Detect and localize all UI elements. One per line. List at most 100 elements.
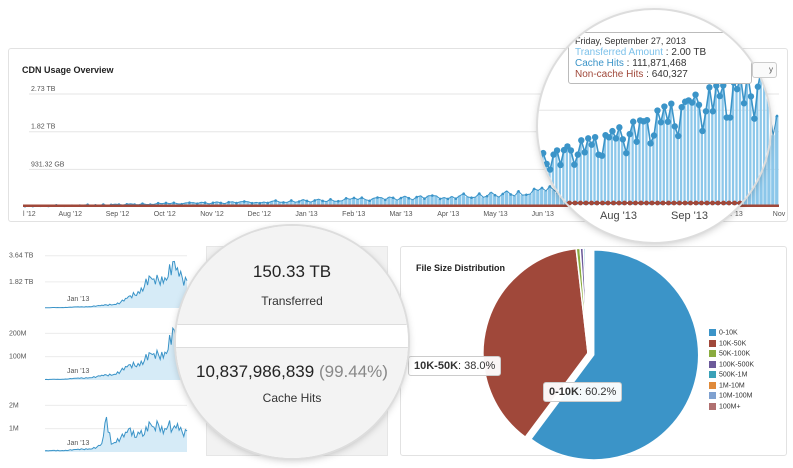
zoom-bar bbox=[652, 135, 655, 205]
zoom-noncache-point bbox=[561, 200, 567, 206]
pie-chart bbox=[482, 247, 700, 461]
pie-callout-10k-50k: 10K-50K: 38.0% bbox=[408, 356, 502, 376]
cache-hits-value: 10,837,986,839 bbox=[196, 362, 315, 381]
zoom-point bbox=[668, 100, 675, 107]
zoom-bar bbox=[589, 144, 593, 205]
overview-x-tick-label: Nov bbox=[773, 211, 786, 218]
zoom-point bbox=[539, 149, 547, 157]
pie-legend-item[interactable]: 10M-100M bbox=[709, 392, 752, 399]
cache-hits-label: Cache Hits bbox=[262, 391, 322, 405]
zoom-point bbox=[740, 100, 748, 107]
mini-cache-hits-y-tick-label: 200M bbox=[9, 330, 27, 337]
zoom-bar bbox=[572, 164, 575, 205]
zoom-bar bbox=[596, 154, 600, 205]
pie-legend-item[interactable]: 1M-10M bbox=[709, 381, 745, 389]
zoom-bar bbox=[745, 73, 749, 205]
zoom-point bbox=[657, 119, 665, 126]
zoom-bar bbox=[593, 137, 596, 205]
pie-legend-item[interactable]: 100M+ bbox=[709, 402, 741, 410]
overview-point bbox=[399, 196, 403, 200]
zoom-bar bbox=[683, 101, 686, 205]
zoom-bar bbox=[607, 137, 610, 205]
zoom-bar bbox=[666, 121, 669, 205]
zoom-noncache-point bbox=[666, 200, 671, 206]
overview-point bbox=[462, 192, 465, 195]
zoom-point bbox=[571, 161, 578, 168]
pie-legend: 0-10K 10K-50K 50K-100K 100K-500K 500K-1M 1M-1… bbox=[709, 329, 779, 419]
overview-point bbox=[227, 200, 230, 204]
overview-point bbox=[172, 201, 176, 205]
zoom-point bbox=[591, 133, 599, 141]
range-select[interactable]: y bbox=[752, 62, 777, 78]
zoom-bar bbox=[676, 136, 679, 205]
zoom-bar bbox=[763, 78, 766, 205]
overview-point bbox=[156, 201, 160, 205]
overview-x-tick-label: Aug '12 bbox=[58, 211, 82, 218]
overview-point bbox=[368, 199, 371, 203]
zoom-bar bbox=[686, 100, 690, 205]
zoom-point bbox=[612, 135, 620, 142]
overview-bar bbox=[775, 115, 779, 207]
overview-x-tick-label: Dec '12 bbox=[247, 211, 271, 218]
overview-point bbox=[290, 199, 293, 202]
zoom-point bbox=[692, 91, 699, 98]
zoom-point bbox=[678, 103, 685, 111]
transferred-label: Transferred bbox=[261, 294, 323, 308]
zoom-bar bbox=[614, 138, 617, 205]
zoom-bar bbox=[766, 90, 769, 205]
non-cache-mini-chart: 1M 2M Jan '13 bbox=[9, 402, 188, 452]
zoom-point bbox=[733, 85, 741, 93]
tooltip-row-transferred: Transferred Amount : 2.00 TB bbox=[575, 47, 707, 58]
zoom-bar bbox=[718, 96, 721, 205]
zoom-point bbox=[716, 92, 723, 100]
overview-x-tick-label: l '12 bbox=[23, 211, 36, 218]
overview-point bbox=[454, 197, 458, 200]
overview-point bbox=[321, 199, 324, 203]
overview-point bbox=[493, 193, 497, 197]
overview-point bbox=[775, 114, 779, 118]
overview-point bbox=[235, 201, 238, 205]
overview-point bbox=[297, 200, 301, 203]
cache-hits-percent: (99.44%) bbox=[318, 362, 388, 381]
zoom-point bbox=[574, 151, 582, 158]
zoom-noncache-point bbox=[622, 200, 627, 206]
zoom-noncache-point bbox=[710, 200, 715, 206]
zoom-point bbox=[553, 147, 561, 154]
zoom-noncache-point bbox=[704, 200, 710, 206]
zoom-noncache-point bbox=[567, 200, 572, 206]
mini-cache-hits-x-tick-label: Jan '13 bbox=[67, 368, 89, 375]
overview-point bbox=[391, 196, 395, 200]
mini-transferred-x-tick-label: Jan '13 bbox=[67, 296, 89, 303]
zoom-bar bbox=[759, 69, 762, 205]
zoom-bar bbox=[690, 102, 693, 205]
tooltip-noncache-label: Non-cache Hits bbox=[575, 69, 644, 80]
pie-legend-item[interactable]: 500K-1M bbox=[709, 371, 747, 378]
zoom-bar bbox=[565, 146, 568, 205]
overview-point bbox=[282, 201, 285, 204]
zoom-noncache-point bbox=[677, 200, 682, 206]
pie-legend-swatch bbox=[709, 371, 716, 378]
overview-point bbox=[211, 201, 215, 205]
pie-legend-item[interactable]: 10K-50K bbox=[709, 339, 746, 347]
overview-point bbox=[305, 199, 309, 203]
zoom-bar bbox=[693, 94, 697, 205]
pie-legend-item[interactable]: 0-10K bbox=[709, 329, 738, 336]
pie-legend-label: 0-10K bbox=[719, 329, 738, 337]
pie-callout-10k-50k-value: : 38.0% bbox=[458, 360, 496, 372]
zoom-bar bbox=[749, 96, 752, 205]
zoom-point bbox=[609, 127, 616, 135]
zoom-noncache-point bbox=[627, 200, 633, 206]
zoom-noncache-point bbox=[754, 200, 759, 206]
zoom-bar bbox=[752, 118, 755, 205]
pie-legend-item[interactable]: 100K-500K bbox=[709, 360, 754, 368]
zoom-bar bbox=[728, 117, 731, 205]
zoom-point bbox=[578, 137, 585, 144]
zoom-point bbox=[630, 118, 637, 125]
overview-point bbox=[274, 199, 277, 202]
mini-transferred-y-tick-label: 1.82 TB bbox=[9, 279, 34, 286]
overview-point bbox=[384, 198, 387, 202]
zoom-noncache-point bbox=[655, 200, 660, 206]
overview-x-tick-label: Mar '13 bbox=[389, 211, 412, 218]
zoom-noncache-point bbox=[732, 200, 737, 206]
pie-legend-item[interactable]: 50K-100K bbox=[709, 350, 750, 357]
